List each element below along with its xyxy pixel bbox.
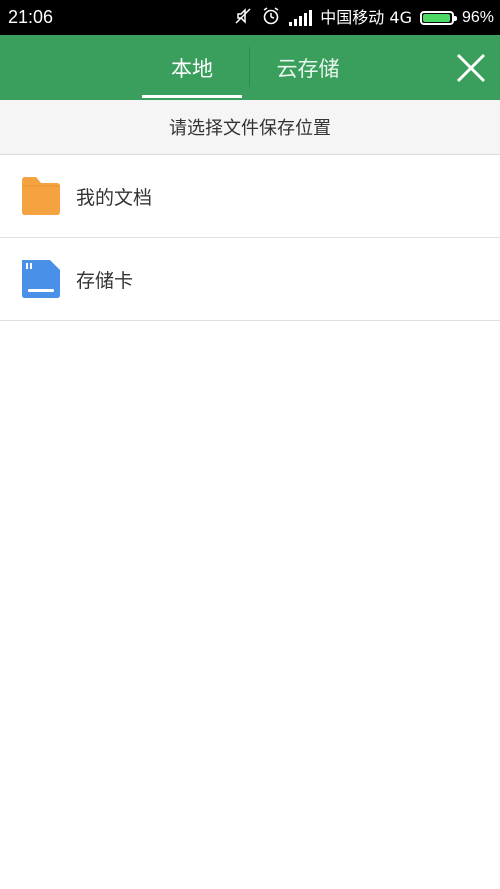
instruction-text: 请选择文件保存位置 — [169, 118, 331, 139]
battery-icon — [419, 10, 457, 25]
header-bar: 本地 云存储 — [0, 35, 500, 100]
location-list: 我的文档 存储卡 — [0, 155, 500, 321]
alarm-icon — [261, 6, 281, 30]
mute-icon — [233, 6, 253, 30]
status-right-group: 中国移动 4G 96% — [233, 0, 494, 35]
carrier-label: 中国移动 4G — [320, 7, 412, 27]
tab-cloud-storage[interactable]: 云存储 — [252, 35, 364, 100]
selected-tab-indicator — [142, 95, 242, 98]
tab-divider — [249, 47, 250, 87]
close-icon — [456, 53, 486, 83]
tab-local-label: 本地 — [171, 56, 213, 81]
instruction-bar: 请选择文件保存位置 — [0, 100, 500, 155]
status-bar: 21:06 中国移动 4G 96% — [0, 0, 500, 35]
signal-strength-icon — [289, 9, 313, 26]
sd-card-icon — [20, 258, 62, 300]
battery-percent: 96% — [461, 8, 494, 26]
status-time: 21:06 — [8, 7, 54, 27]
tab-cloud-storage-label: 云存储 — [276, 56, 340, 81]
list-item-label: 我的文档 — [76, 186, 153, 209]
list-item-my-documents[interactable]: 我的文档 — [0, 155, 500, 238]
folder-icon — [20, 175, 62, 217]
list-item-label: 存储卡 — [76, 269, 134, 292]
battery-fill — [422, 13, 450, 22]
list-item-storage-card[interactable]: 存储卡 — [0, 238, 500, 321]
tab-local[interactable]: 本地 — [142, 35, 242, 100]
close-button[interactable] — [454, 51, 488, 85]
